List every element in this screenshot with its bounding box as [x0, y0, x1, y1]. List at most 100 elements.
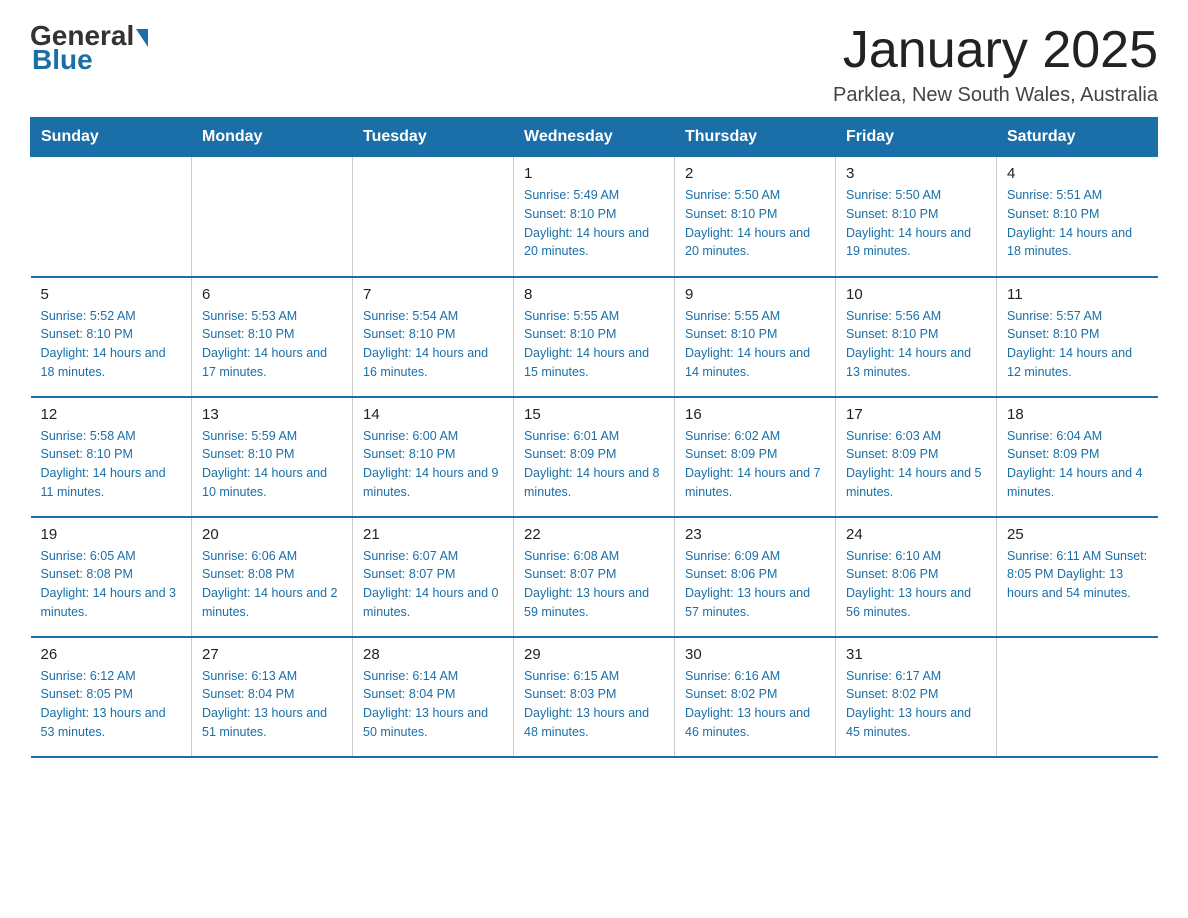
location: Parklea, New South Wales, Australia — [833, 84, 1158, 107]
day-info: Sunrise: 6:04 AM Sunset: 8:09 PM Dayligh… — [1007, 427, 1148, 502]
day-number: 18 — [1007, 406, 1148, 423]
day-number: 31 — [846, 646, 986, 663]
header-saturday: Saturday — [997, 118, 1158, 157]
day-number: 29 — [524, 646, 664, 663]
day-number: 6 — [202, 286, 342, 303]
calendar-cell: 3 Sunrise: 5:50 AM Sunset: 8:10 PM Daylig… — [836, 157, 997, 277]
calendar-week-row: 12 Sunrise: 5:58 AM Sunset: 8:10 PM Dayli… — [31, 397, 1158, 517]
day-number: 5 — [41, 286, 182, 303]
calendar-week-row: 19 Sunrise: 6:05 AM Sunset: 8:08 PM Dayli… — [31, 517, 1158, 637]
day-info: Sunrise: 6:07 AM Sunset: 8:07 PM Dayligh… — [363, 547, 503, 622]
day-info: Sunrise: 5:52 AM Sunset: 8:10 PM Dayligh… — [41, 307, 182, 382]
day-info: Sunrise: 5:58 AM Sunset: 8:10 PM Dayligh… — [41, 427, 182, 502]
day-info: Sunrise: 6:15 AM Sunset: 8:03 PM Dayligh… — [524, 667, 664, 742]
calendar-cell: 25 Sunrise: 6:11 AM Sunset: 8:05 PM Dayli… — [997, 517, 1158, 637]
day-number: 21 — [363, 526, 503, 543]
day-number: 17 — [846, 406, 986, 423]
day-info: Sunrise: 6:06 AM Sunset: 8:08 PM Dayligh… — [202, 547, 342, 622]
calendar-cell: 6 Sunrise: 5:53 AM Sunset: 8:10 PM Daylig… — [192, 277, 353, 397]
day-info: Sunrise: 6:14 AM Sunset: 8:04 PM Dayligh… — [363, 667, 503, 742]
header-sunday: Sunday — [31, 118, 192, 157]
day-info: Sunrise: 6:01 AM Sunset: 8:09 PM Dayligh… — [524, 427, 664, 502]
day-number: 24 — [846, 526, 986, 543]
calendar-cell — [31, 157, 192, 277]
day-info: Sunrise: 6:10 AM Sunset: 8:06 PM Dayligh… — [846, 547, 986, 622]
calendar-cell: 18 Sunrise: 6:04 AM Sunset: 8:09 PM Dayli… — [997, 397, 1158, 517]
calendar-cell: 20 Sunrise: 6:06 AM Sunset: 8:08 PM Dayli… — [192, 517, 353, 637]
calendar-cell: 1 Sunrise: 5:49 AM Sunset: 8:10 PM Daylig… — [514, 157, 675, 277]
day-number: 25 — [1007, 526, 1148, 543]
header-friday: Friday — [836, 118, 997, 157]
calendar-week-row: 1 Sunrise: 5:49 AM Sunset: 8:10 PM Daylig… — [31, 157, 1158, 277]
calendar-cell: 30 Sunrise: 6:16 AM Sunset: 8:02 PM Dayli… — [675, 637, 836, 757]
calendar-cell: 22Sunrise: 6:08 AM Sunset: 8:07 PM Dayli… — [514, 517, 675, 637]
logo: General Blue — [30, 20, 150, 76]
day-info: Sunrise: 5:54 AM Sunset: 8:10 PM Dayligh… — [363, 307, 503, 382]
day-number: 11 — [1007, 286, 1148, 303]
day-info: Sunrise: 5:50 AM Sunset: 8:10 PM Dayligh… — [846, 186, 986, 261]
calendar-cell — [997, 637, 1158, 757]
day-number: 27 — [202, 646, 342, 663]
calendar-cell: 9 Sunrise: 5:55 AM Sunset: 8:10 PM Daylig… — [675, 277, 836, 397]
calendar-cell: 21 Sunrise: 6:07 AM Sunset: 8:07 PM Dayli… — [353, 517, 514, 637]
day-info: Sunrise: 5:55 AM Sunset: 8:10 PM Dayligh… — [685, 307, 825, 382]
day-info: Sunrise: 6:00 AM Sunset: 8:10 PM Dayligh… — [363, 427, 503, 502]
day-number: 12 — [41, 406, 182, 423]
calendar-cell: 2Sunrise: 5:50 AM Sunset: 8:10 PM Daylig… — [675, 157, 836, 277]
calendar-week-row: 26Sunrise: 6:12 AM Sunset: 8:05 PM Dayli… — [31, 637, 1158, 757]
day-number: 8 — [524, 286, 664, 303]
day-number: 28 — [363, 646, 503, 663]
day-info: Sunrise: 6:11 AM Sunset: 8:05 PM Dayligh… — [1007, 547, 1148, 603]
day-info: Sunrise: 6:13 AM Sunset: 8:04 PM Dayligh… — [202, 667, 342, 742]
day-number: 30 — [685, 646, 825, 663]
day-number: 10 — [846, 286, 986, 303]
header-wednesday: Wednesday — [514, 118, 675, 157]
day-number: 19 — [41, 526, 182, 543]
calendar-cell — [353, 157, 514, 277]
day-number: 15 — [524, 406, 664, 423]
day-info: Sunrise: 6:08 AM Sunset: 8:07 PM Dayligh… — [524, 547, 664, 622]
day-number: 20 — [202, 526, 342, 543]
day-number: 2 — [685, 165, 825, 182]
day-info: Sunrise: 5:51 AM Sunset: 8:10 PM Dayligh… — [1007, 186, 1148, 261]
day-number: 16 — [685, 406, 825, 423]
calendar-cell: 16 Sunrise: 6:02 AM Sunset: 8:09 PM Dayli… — [675, 397, 836, 517]
calendar-cell: 31Sunrise: 6:17 AM Sunset: 8:02 PM Dayli… — [836, 637, 997, 757]
day-info: Sunrise: 6:02 AM Sunset: 8:09 PM Dayligh… — [685, 427, 825, 502]
day-number: 9 — [685, 286, 825, 303]
day-info: Sunrise: 5:57 AM Sunset: 8:10 PM Dayligh… — [1007, 307, 1148, 382]
logo-blue-text: Blue — [32, 44, 93, 75]
day-info: Sunrise: 6:09 AM Sunset: 8:06 PM Dayligh… — [685, 547, 825, 622]
day-info: Sunrise: 5:55 AM Sunset: 8:10 PM Dayligh… — [524, 307, 664, 382]
logo-arrow-icon — [136, 29, 148, 47]
calendar-week-row: 5 Sunrise: 5:52 AM Sunset: 8:10 PM Daylig… — [31, 277, 1158, 397]
day-number: 7 — [363, 286, 503, 303]
calendar-cell: 24 Sunrise: 6:10 AM Sunset: 8:06 PM Dayli… — [836, 517, 997, 637]
day-number: 4 — [1007, 165, 1148, 182]
day-number: 23 — [685, 526, 825, 543]
calendar-cell: 28 Sunrise: 6:14 AM Sunset: 8:04 PM Dayli… — [353, 637, 514, 757]
day-info: Sunrise: 5:49 AM Sunset: 8:10 PM Dayligh… — [524, 186, 664, 261]
calendar-cell: 14Sunrise: 6:00 AM Sunset: 8:10 PM Dayli… — [353, 397, 514, 517]
month-title: January 2025 — [833, 20, 1158, 80]
day-number: 1 — [524, 165, 664, 182]
calendar-cell: 10 Sunrise: 5:56 AM Sunset: 8:10 PM Dayli… — [836, 277, 997, 397]
calendar-cell: 15 Sunrise: 6:01 AM Sunset: 8:09 PM Dayli… — [514, 397, 675, 517]
day-info: Sunrise: 5:59 AM Sunset: 8:10 PM Dayligh… — [202, 427, 342, 502]
calendar-cell: 26Sunrise: 6:12 AM Sunset: 8:05 PM Dayli… — [31, 637, 192, 757]
day-info: Sunrise: 6:03 AM Sunset: 8:09 PM Dayligh… — [846, 427, 986, 502]
calendar-cell: 11 Sunrise: 5:57 AM Sunset: 8:10 PM Dayli… — [997, 277, 1158, 397]
day-info: Sunrise: 5:53 AM Sunset: 8:10 PM Dayligh… — [202, 307, 342, 382]
calendar-cell: 12 Sunrise: 5:58 AM Sunset: 8:10 PM Dayli… — [31, 397, 192, 517]
day-info: Sunrise: 5:56 AM Sunset: 8:10 PM Dayligh… — [846, 307, 986, 382]
day-number: 3 — [846, 165, 986, 182]
calendar-cell: 29 Sunrise: 6:15 AM Sunset: 8:03 PM Dayli… — [514, 637, 675, 757]
day-info: Sunrise: 6:16 AM Sunset: 8:02 PM Dayligh… — [685, 667, 825, 742]
calendar-cell: 5 Sunrise: 5:52 AM Sunset: 8:10 PM Daylig… — [31, 277, 192, 397]
day-info: Sunrise: 6:05 AM Sunset: 8:08 PM Dayligh… — [41, 547, 182, 622]
calendar-cell: 27 Sunrise: 6:13 AM Sunset: 8:04 PM Dayli… — [192, 637, 353, 757]
calendar-cell: 23 Sunrise: 6:09 AM Sunset: 8:06 PM Dayli… — [675, 517, 836, 637]
title-section: January 2025 Parklea, New South Wales, A… — [833, 20, 1158, 107]
page-header: General Blue January 2025 Parklea, New S… — [30, 20, 1158, 107]
header-monday: Monday — [192, 118, 353, 157]
